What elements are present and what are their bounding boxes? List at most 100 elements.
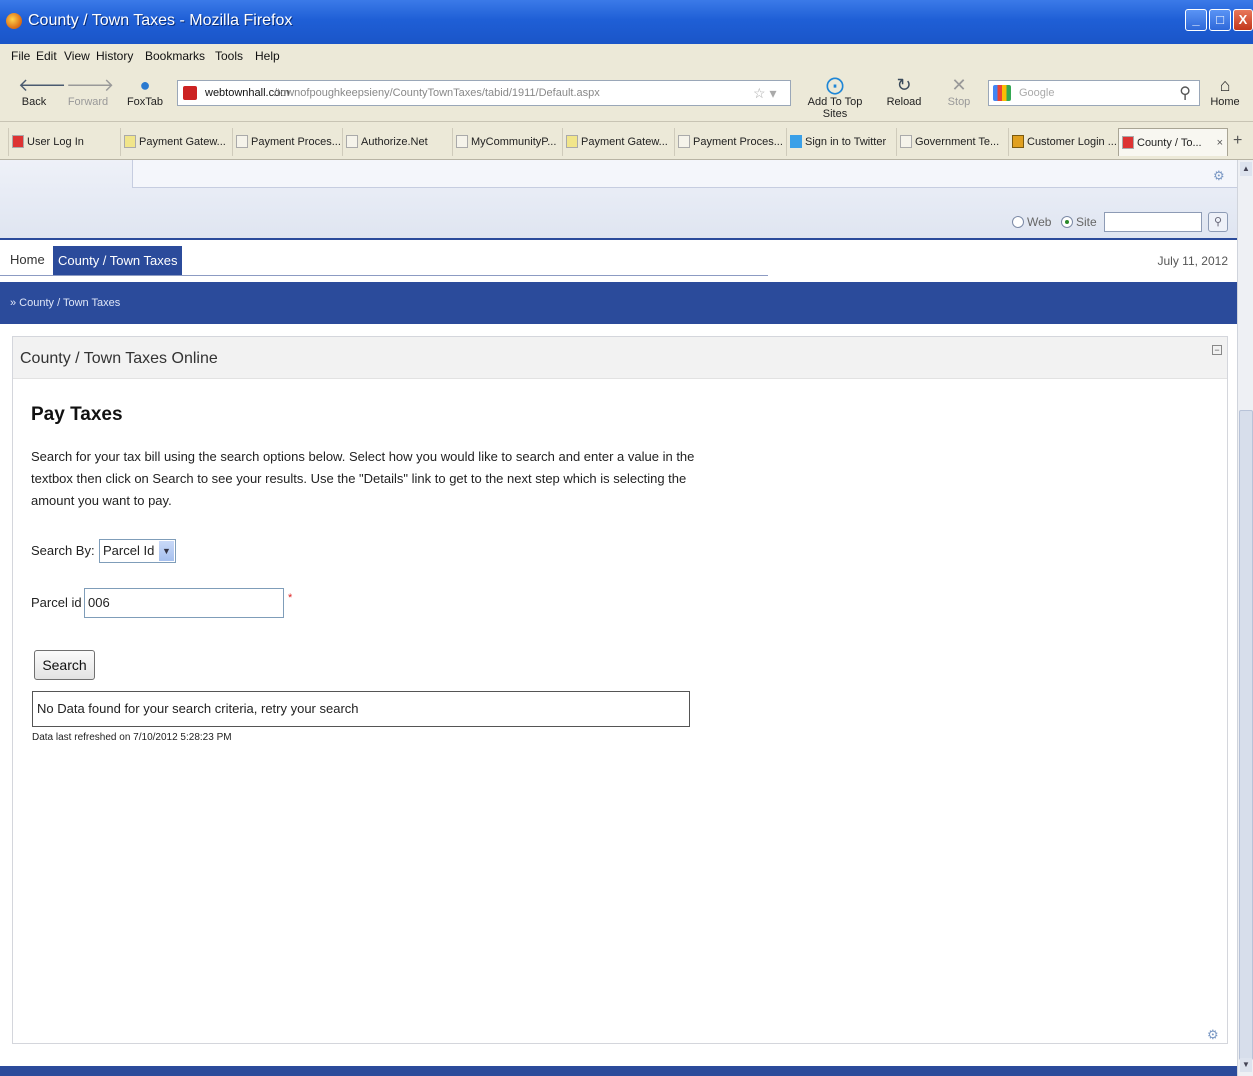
site-nav: Home County / Town Taxes July 11, 2012: [0, 242, 1237, 276]
foxtab-icon: ●: [139, 75, 151, 95]
bookmark-star-icon[interactable]: ☆ ▾: [753, 85, 776, 102]
site-banner: ⚙ Web Site ⚲: [0, 160, 1237, 240]
add-to-top-sites-button[interactable]: ⨀ Add To Top Sites: [794, 74, 876, 120]
page-content: ⚙ Web Site ⚲ Home County / Town Taxes Ju…: [0, 160, 1237, 1076]
page-icon: [900, 135, 912, 148]
result-message-box: No Data found for your search criteria, …: [32, 691, 690, 727]
page-icon: [124, 135, 136, 148]
search-web-label: Web: [1027, 215, 1052, 229]
close-button[interactable]: X: [1233, 9, 1253, 31]
scroll-thumb[interactable]: [1239, 410, 1253, 1060]
menu-bookmarks[interactable]: Bookmarks: [145, 49, 205, 63]
instructions-text: Search for your tax bill using the searc…: [31, 449, 695, 508]
tab-customer-login[interactable]: Customer Login ...: [1008, 128, 1116, 156]
twitter-bird-icon: [790, 135, 802, 148]
tab-mycommunity[interactable]: MyCommunityP...: [452, 128, 560, 156]
address-bar[interactable]: webtownhall.com /townofpoughkeepsieny/Co…: [177, 80, 791, 106]
forward-arrow-icon: 🡒: [66, 75, 115, 95]
module-title: County / Town Taxes Online: [20, 350, 218, 367]
new-tab-icon[interactable]: +: [1233, 132, 1242, 150]
search-engine-placeholder: Google: [1019, 87, 1055, 99]
back-button[interactable]: 🡐 Back: [18, 74, 67, 108]
breadcrumb-bar: » County / Town Taxes: [0, 282, 1237, 324]
module-header: County / Town Taxes Online −: [13, 337, 1227, 379]
current-date: July 11, 2012: [1157, 254, 1229, 268]
minimize-button[interactable]: _: [1185, 9, 1207, 31]
search-web-radio[interactable]: [1012, 216, 1024, 228]
foxtab-button[interactable]: ● FoxTab: [124, 74, 166, 108]
site-favicon-icon: [183, 86, 197, 100]
tab-payment-gateway-1[interactable]: Payment Gatew...: [120, 128, 230, 156]
home-button[interactable]: ⌂ Home: [1208, 74, 1242, 108]
search-by-label: Search By:: [31, 543, 95, 558]
menu-view[interactable]: View: [64, 49, 90, 63]
tab-user-log-in[interactable]: User Log In: [8, 128, 116, 156]
taxes-module: County / Town Taxes Online − ⚙: [12, 336, 1228, 1044]
parcel-id-label: Parcel id: [31, 595, 82, 610]
site-search-input[interactable]: [1104, 212, 1202, 232]
scroll-up-icon[interactable]: ▲: [1240, 162, 1252, 176]
reload-icon: ↻: [896, 75, 912, 95]
nav-underline: [0, 275, 768, 276]
maximize-button[interactable]: □: [1209, 9, 1231, 31]
search-by-value: Parcel Id: [103, 543, 155, 558]
module-footer-settings-icon[interactable]: ⚙: [1207, 1027, 1219, 1043]
nav-county-town-taxes[interactable]: County / Town Taxes: [53, 246, 183, 276]
tab-twitter[interactable]: Sign in to Twitter: [786, 128, 894, 156]
search-site-label: Site: [1076, 215, 1097, 229]
scroll-down-icon[interactable]: ▼: [1240, 1058, 1252, 1072]
search-site-radio[interactable]: [1061, 216, 1073, 228]
window-titlebar: County / Town Taxes - Mozilla Firefox _ …: [0, 0, 1253, 44]
search-engine-box[interactable]: Google ⚲: [988, 80, 1200, 106]
stop-button[interactable]: ✕ Stop: [944, 74, 974, 108]
required-marker: *: [288, 592, 293, 604]
menu-history[interactable]: History: [96, 49, 133, 63]
tab-payment-gateway-2[interactable]: Payment Gatew...: [562, 128, 672, 156]
stop-icon: ✕: [951, 75, 967, 95]
tab-county-town-taxes[interactable]: County / To... ×: [1118, 128, 1228, 156]
page-icon: [1122, 136, 1134, 149]
reload-button[interactable]: ↻ Reload: [884, 74, 924, 108]
address-path: /townofpoughkeepsieny/CountyTownTaxes/ta…: [274, 87, 600, 99]
google-icon: [993, 85, 1011, 101]
tab-government-technology[interactable]: Government Te...: [896, 128, 1006, 156]
back-arrow-icon: 🡐: [18, 75, 67, 95]
search-by-select[interactable]: Parcel Id ▼: [99, 539, 176, 563]
module-settings-icon[interactable]: ⚙: [1213, 168, 1225, 184]
menu-file[interactable]: File: [11, 49, 30, 63]
page-icon: [236, 135, 248, 148]
nav-home-link[interactable]: Home: [10, 252, 45, 267]
collapse-icon[interactable]: −: [1212, 345, 1222, 355]
breadcrumb[interactable]: » County / Town Taxes: [10, 297, 120, 309]
tab-payment-processing-2[interactable]: Payment Proces...: [674, 128, 784, 156]
page-icon: [566, 135, 578, 148]
menu-tools[interactable]: Tools: [215, 49, 243, 63]
page-icon: [346, 135, 358, 148]
menu-bar: File Edit View History Bookmarks Tools H…: [0, 44, 1253, 68]
top-sites-icon: ⨀: [826, 75, 844, 95]
search-button[interactable]: Search: [34, 650, 95, 680]
page-heading: Pay Taxes: [31, 404, 123, 425]
banner-inner: [132, 160, 1237, 188]
firefox-icon: [6, 13, 22, 29]
window-title: County / Town Taxes - Mozilla Firefox: [28, 12, 293, 29]
menu-help[interactable]: Help: [255, 49, 280, 63]
home-icon: ⌂: [1219, 75, 1231, 95]
parcel-id-input[interactable]: 006: [84, 588, 284, 618]
data-refreshed-text: Data last refreshed on 7/10/2012 5:28:23…: [32, 732, 232, 743]
menu-edit[interactable]: Edit: [36, 49, 57, 63]
forward-button[interactable]: 🡒 Forward: [66, 74, 115, 108]
person-icon: [1012, 135, 1024, 148]
page-icon: [12, 135, 24, 148]
close-tab-icon[interactable]: ×: [1217, 129, 1223, 156]
tab-payment-processing-1[interactable]: Payment Proces...: [232, 128, 340, 156]
site-search-button[interactable]: ⚲: [1208, 212, 1228, 232]
vertical-scrollbar[interactable]: ▲ ▼: [1237, 160, 1253, 1076]
navigation-toolbar: 🡐 Back 🡒 Forward ● FoxTab webtownhall.co…: [0, 68, 1253, 122]
page-icon: [456, 135, 468, 148]
search-icon[interactable]: ⚲: [1179, 83, 1191, 103]
page-footer-bar: [0, 1066, 1237, 1076]
page-icon: [678, 135, 690, 148]
chevron-down-icon[interactable]: ▼: [159, 541, 174, 561]
tab-authorize-net[interactable]: Authorize.Net: [342, 128, 450, 156]
